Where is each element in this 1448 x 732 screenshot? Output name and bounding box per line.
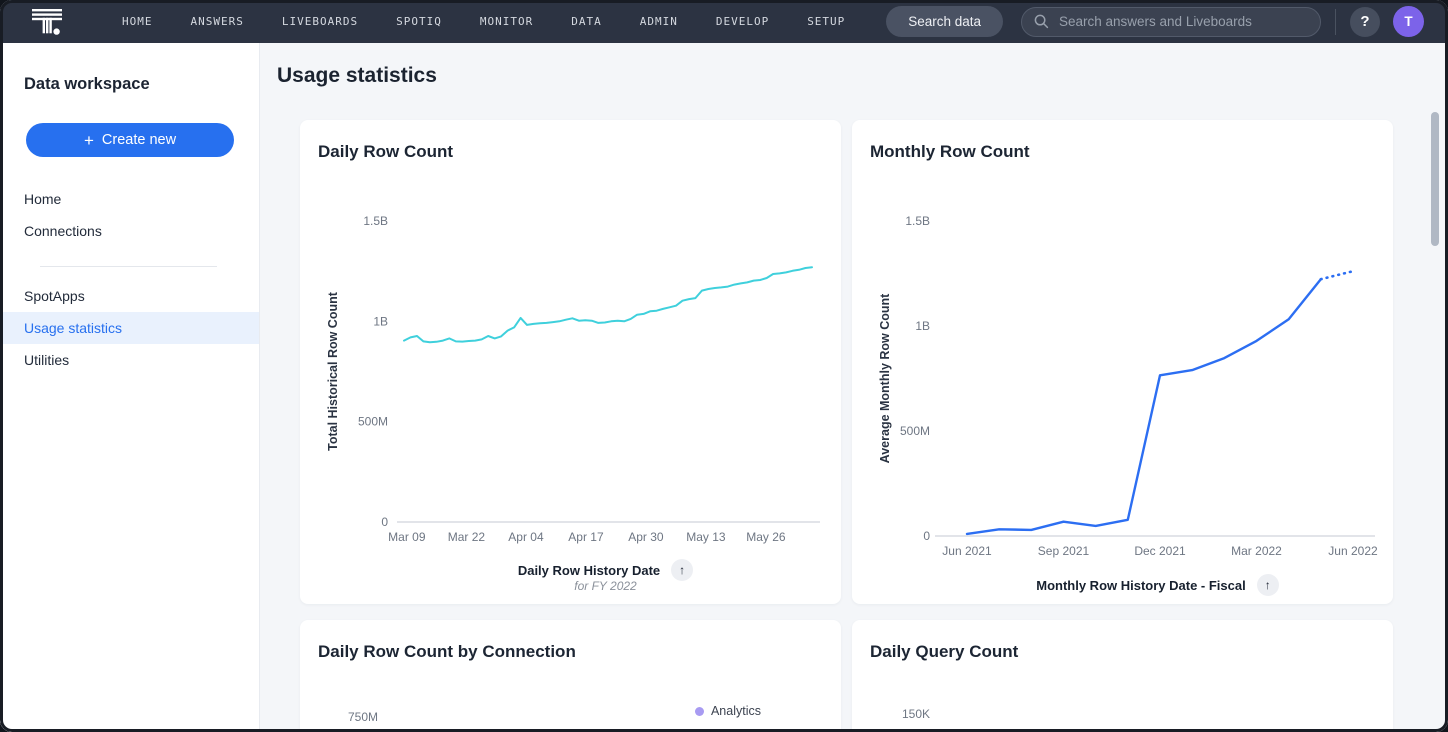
liveboard-grid: Daily Row Count 1.5B1B500M0Mar 09Mar 22A… [300, 120, 1393, 732]
y-axis-label: Total Historical Row Count [326, 291, 340, 451]
projection-dotted-line [1321, 271, 1353, 279]
search-data-button[interactable]: Search data [886, 6, 1003, 37]
nav-item-data[interactable]: DATA [571, 15, 602, 28]
navbar-divider [1335, 9, 1336, 35]
nav-item-admin[interactable]: ADMIN [640, 15, 678, 28]
nav-item-develop[interactable]: DEVELOP [716, 15, 769, 28]
sidebar-nav-spotapps: SpotAppsUsage statisticsUtilities [0, 280, 259, 376]
x-tick: Mar 09 [388, 530, 426, 544]
series-line [404, 267, 812, 342]
y-tick: 500M [358, 415, 388, 429]
sort-ascending-button[interactable]: ↑ [1257, 574, 1279, 596]
legend-label: Analytics [711, 704, 761, 718]
help-button[interactable]: ? [1350, 7, 1380, 37]
sidebar-item-connections[interactable]: Connections [0, 215, 259, 247]
x-axis-label: Monthly Row History Date - Fiscal [1036, 578, 1245, 593]
y-tick: 1B [915, 319, 930, 333]
y-tick: 0 [381, 515, 388, 529]
daily-row-count-chart: 1.5B 1B 500M 0Mar 09 Mar 22 Apr 04 Apr 17 Apr 3… [300, 120, 841, 604]
y-axis-tick: 150K [870, 707, 930, 721]
chart-card-daily-query-count: Daily Query Count 150K [852, 620, 1393, 732]
plus-icon: + [84, 132, 94, 149]
x-tick: Apr 17 [568, 530, 604, 544]
app-window: HOME ANSWERS LIVEBOARDS SPOTIQ MONITOR DATA AD… [0, 0, 1448, 732]
x-tick: Dec 2021 [1134, 544, 1186, 558]
nav-item-answers[interactable]: ANSWERS [191, 15, 244, 28]
sidebar-title: Data workspace [24, 75, 235, 94]
chart-title: Daily Row Count [318, 142, 453, 162]
nav-item-monitor[interactable]: MONITOR [480, 15, 533, 28]
x-axis-caption: Monthly Row History Date - Fiscal ↑ [852, 574, 1393, 596]
sidebar-item-usage-statistics[interactable]: Usage statistics [0, 312, 259, 344]
x-tick: May 26 [746, 530, 786, 544]
nav-item-spotiq[interactable]: SPOTIQ [396, 15, 442, 28]
chart-title: Daily Query Count [870, 642, 1018, 662]
x-axis-note: for FY 2022 [300, 579, 841, 593]
thoughtspot-logo-glyph [30, 6, 64, 38]
x-tick: Sep 2021 [1038, 544, 1090, 558]
chart-card-monthly-row-count: Monthly Row Count 1.5B 1B 500M 0 Jun 2021 Sep… [852, 120, 1393, 604]
global-search[interactable] [1021, 7, 1321, 37]
x-tick: Jun 2022 [1328, 544, 1378, 558]
x-tick: May 13 [686, 530, 726, 544]
create-new-label: Create new [102, 132, 176, 148]
legend-dot-icon [695, 707, 704, 716]
x-tick: Mar 22 [448, 530, 486, 544]
x-axis-caption: Daily Row History Date ↑ [300, 559, 841, 581]
y-axis-tick: 750M [318, 710, 378, 724]
nav-item-setup[interactable]: SETUP [807, 15, 845, 28]
x-tick: Jun 2021 [942, 544, 992, 558]
y-tick: 0 [923, 529, 930, 543]
chart-card-daily-row-count: Daily Row Count 1.5B 1B 500M 0Mar 09 Mar 22 A… [300, 120, 841, 604]
arrow-up-icon: ↑ [1265, 578, 1271, 592]
series-line [967, 279, 1321, 534]
primary-nav: HOME ANSWERS LIVEBOARDS SPOTIQ MONITOR DATA AD… [122, 15, 845, 28]
scrollbar[interactable] [1431, 112, 1439, 246]
nav-item-home[interactable]: HOME [122, 15, 153, 28]
sidebar-item-utilities[interactable]: Utilities [0, 344, 259, 376]
top-navbar: HOME ANSWERS LIVEBOARDS SPOTIQ MONITOR DATA AD… [0, 0, 1448, 43]
create-new-button[interactable]: + Create new [26, 123, 234, 157]
y-tick: 1.5B [905, 214, 930, 228]
sidebar-item-home[interactable]: Home [0, 183, 259, 215]
chart-legend[interactable]: Analytics [695, 704, 761, 718]
nav-item-liveboards[interactable]: LIVEBOARDS [282, 15, 358, 28]
thoughtspot-logo-icon[interactable] [30, 6, 64, 38]
sidebar: Data workspace + Create new HomeConnecti… [0, 43, 260, 732]
chart-title: Daily Row Count by Connection [318, 642, 576, 662]
sidebar-divider [40, 266, 217, 267]
y-axis-label: Average Monthly Row Count [878, 293, 892, 464]
y-tick: 1B [373, 314, 388, 328]
main-content: Usage statistics Daily Row Count 1.5B 1B 5… [260, 43, 1448, 732]
x-tick: Apr 30 [628, 530, 664, 544]
x-axis-label: Daily Row History Date [518, 563, 660, 578]
search-icon [1034, 14, 1049, 29]
monthly-row-count-chart: 1.5B 1B 500M 0 Jun 2021 Sep 2021 Dec 2021 Mar 2… [852, 120, 1393, 604]
chart-card-daily-row-count-by-connection: Daily Row Count by Connection Analytics … [300, 620, 841, 732]
x-tick: Apr 04 [508, 530, 544, 544]
sort-ascending-button[interactable]: ↑ [671, 559, 693, 581]
page-title: Usage statistics [277, 64, 437, 88]
x-tick: Mar 2022 [1231, 544, 1282, 558]
global-search-input[interactable] [1057, 13, 1308, 30]
user-avatar[interactable]: T [1393, 6, 1424, 37]
y-tick: 1.5B [363, 214, 388, 228]
chart-title: Monthly Row Count [870, 142, 1030, 162]
y-tick: 500M [900, 424, 930, 438]
sidebar-item-spotapps[interactable]: SpotApps [0, 280, 259, 312]
arrow-up-icon: ↑ [679, 563, 685, 577]
sidebar-nav-top: HomeConnections [0, 183, 259, 247]
